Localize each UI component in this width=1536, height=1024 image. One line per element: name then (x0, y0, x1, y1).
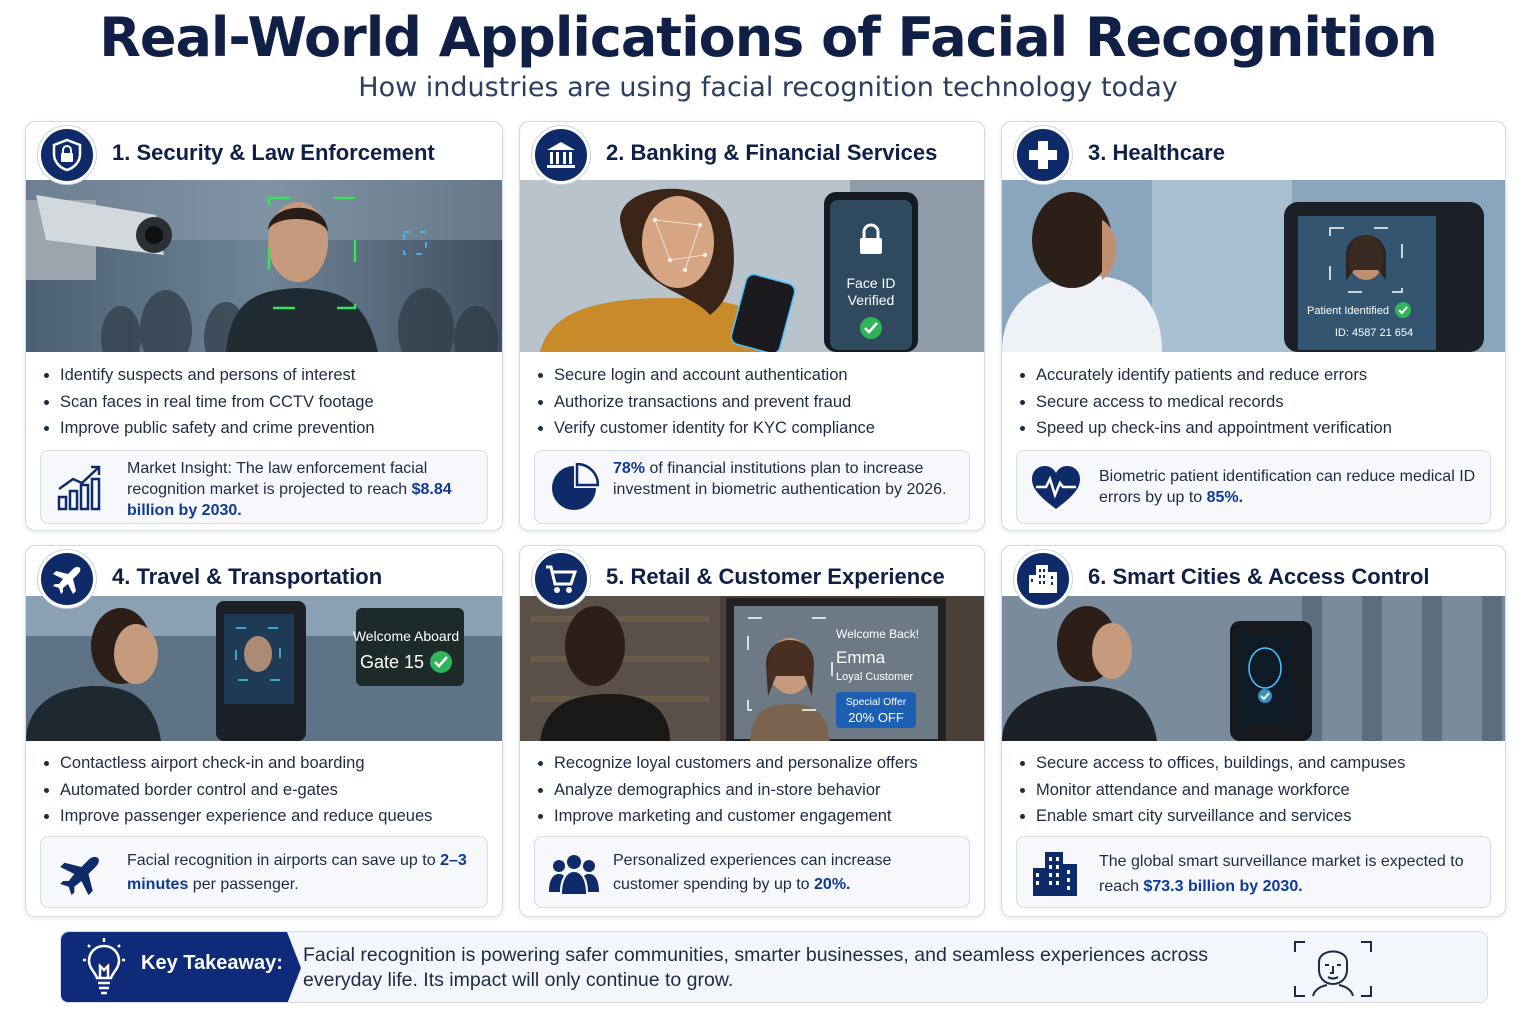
card-security: 1. Security & Law Enforcement Identify s… (25, 121, 503, 531)
card-retail: 5. Retail & Customer Experience Welcome … (519, 545, 985, 917)
lightbulb-icon (81, 938, 131, 998)
list-item: Speed up check-ins and appointment verif… (1016, 415, 1392, 442)
photo-security-cctv (26, 180, 502, 352)
airplane-icon (38, 550, 96, 608)
insight-text: Biometric patient identification can red… (1099, 468, 1476, 506)
card-title: 5. Retail & Customer Experience (606, 564, 945, 589)
kiosk-label: Patient Identified (1307, 305, 1389, 317)
insight-highlight: 85%. (1206, 489, 1244, 506)
city-buildings-icon (1029, 847, 1083, 901)
list-item: Analyze demographics and in-store behavi… (534, 777, 918, 804)
takeaway-text: Facial recognition is powering safer com… (303, 944, 1208, 991)
list-item: Enable smart city surveillance and servi… (1016, 803, 1405, 830)
phone-label-line2: Verified (848, 292, 895, 308)
offer-label: Special Offer (846, 696, 907, 708)
card-smart-cities: 6. Smart Cities & Access Control Secure … (1001, 545, 1506, 917)
page-title: Real-World Applications of Facial Recogn… (99, 6, 1437, 69)
customer-status: Loyal Customer (836, 671, 913, 683)
pie-chart-icon (547, 461, 601, 515)
patient-id: ID: 4587 21 654 (1335, 327, 1413, 339)
phone-label-line1: Face ID (846, 275, 895, 291)
shield-lock-icon (38, 126, 96, 184)
list-item: Verify customer identity for KYC complia… (534, 415, 875, 442)
people-group-icon (547, 847, 601, 901)
list-item: Improve passenger experience and reduce … (40, 803, 432, 830)
card-title: 6. Smart Cities & Access Control (1088, 564, 1430, 589)
photo-healthcare-kiosk: Patient Identified ID: 4587 21 654 (1002, 180, 1505, 352)
insight-highlight: 20%. (814, 876, 851, 893)
card-banking: 2. Banking & Financial Services Face ID … (519, 121, 985, 531)
medical-cross-icon (1014, 126, 1072, 184)
insight-highlight: $73.3 billion by 2030. (1143, 878, 1303, 895)
bank-icon (532, 126, 590, 184)
list-item: Contactless airport check-in and boardin… (40, 750, 432, 777)
customer-name: Emma (836, 648, 886, 667)
photo-travel-egate: Welcome Aboard Gate 15 (26, 596, 502, 741)
list-item: Secure access to offices, buildings, and… (1016, 750, 1405, 777)
photo-banking-phone: Face ID Verified (520, 180, 984, 352)
airplane-icon (53, 847, 107, 901)
insight-box: The global smart surveillance market is … (1016, 836, 1491, 908)
bullet-list: Secure access to offices, buildings, and… (1016, 750, 1405, 830)
list-item: Identify suspects and persons of interes… (40, 362, 375, 389)
heart-pulse-icon (1029, 461, 1083, 515)
insight-box: 78% of financial institutions plan to in… (534, 450, 970, 524)
bullet-list: Recognize loyal customers and personaliz… (534, 750, 918, 830)
gate-number: Gate 15 (360, 652, 424, 672)
card-travel: 4. Travel & Transportation Welcome Aboar… (25, 545, 503, 917)
bullet-list: Secure login and account authentication … (534, 362, 875, 442)
face-scan-icon (1291, 938, 1375, 1000)
welcome-back-label: Welcome Back! (836, 627, 919, 641)
insight-box: Personalized experiences can increase cu… (534, 836, 970, 908)
shopping-cart-icon (532, 550, 590, 608)
insight-text: The global smart surveillance market is … (1099, 853, 1464, 895)
card-healthcare: 3. Healthcare Patient Identified ID: 458… (1001, 121, 1506, 531)
card-header: 2. Banking & Financial Services (520, 122, 984, 184)
insight-text: Facial recognition in airports can save … (127, 852, 467, 893)
card-title: 1. Security & Law Enforcement (112, 140, 435, 165)
bullet-list: Accurately identify patients and reduce … (1016, 362, 1392, 442)
takeaway-label-box: Key Takeaway: (61, 932, 301, 1002)
takeaway-label: Key Takeaway: (141, 952, 283, 974)
page-subtitle: How industries are using facial recognit… (358, 72, 1178, 103)
card-title: 2. Banking & Financial Services (606, 140, 938, 165)
list-item: Authorize transactions and prevent fraud (534, 389, 875, 416)
card-header: 3. Healthcare (1002, 122, 1505, 184)
offer-value: 20% OFF (848, 710, 904, 725)
card-title: 3. Healthcare (1088, 140, 1225, 165)
gate-welcome-label: Welcome Aboard (353, 628, 459, 644)
list-item: Accurately identify patients and reduce … (1016, 362, 1392, 389)
list-item: Scan faces in real time from CCTV footag… (40, 389, 375, 416)
insight-box: Facial recognition in airports can save … (40, 836, 488, 908)
insight-text: Market Insight: The law enforcement faci… (127, 460, 452, 519)
insight-box: Biometric patient identification can red… (1016, 450, 1491, 524)
list-item: Recognize loyal customers and personaliz… (534, 750, 918, 777)
card-title: 4. Travel & Transportation (112, 564, 383, 589)
insight-text: Personalized experiences can increase cu… (613, 852, 892, 893)
list-item: Automated border control and e-gates (40, 777, 432, 804)
photo-retail-display: Welcome Back! Emma Loyal Customer Specia… (520, 596, 984, 741)
bullet-list: Identify suspects and persons of interes… (40, 362, 375, 442)
key-takeaway-banner: Key Takeaway: Facial recognition is powe… (60, 931, 1488, 1003)
list-item: Secure access to medical records (1016, 389, 1392, 416)
bullet-list: Contactless airport check-in and boardin… (40, 750, 432, 830)
list-item: Monitor attendance and manage workforce (1016, 777, 1405, 804)
bar-chart-growth-icon (53, 461, 107, 515)
list-item: Improve public safety and crime preventi… (40, 415, 375, 442)
list-item: Improve marketing and customer engagemen… (534, 803, 918, 830)
city-buildings-icon (1014, 550, 1072, 608)
card-header: 1. Security & Law Enforcement (26, 122, 502, 184)
insight-text: 78% of financial institutions plan to in… (613, 460, 947, 498)
insight-box: Market Insight: The law enforcement faci… (40, 450, 488, 524)
list-item: Secure login and account authentication (534, 362, 875, 389)
photo-access-control (1002, 596, 1505, 741)
insight-highlight: 78% (613, 460, 646, 477)
